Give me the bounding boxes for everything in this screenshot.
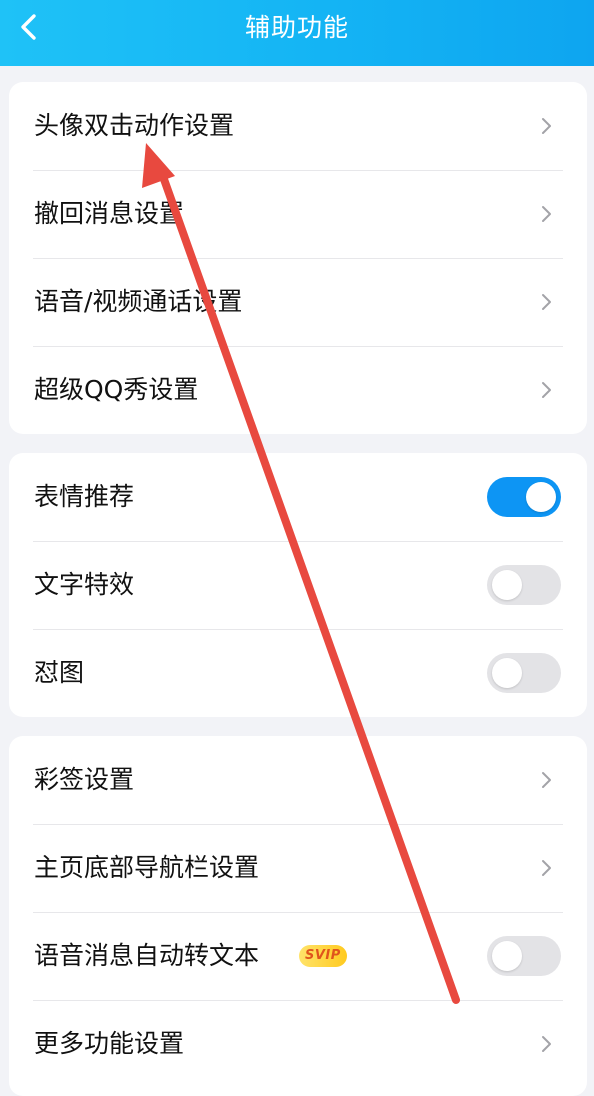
chevron-right-icon	[542, 860, 551, 876]
voice-video-call-setting-row[interactable]: 语音/视频通话设置	[9, 258, 587, 346]
toggle-knob	[492, 658, 522, 688]
chevron-right-icon	[542, 772, 551, 788]
diss-image-toggle[interactable]	[487, 653, 561, 693]
emoji-recommend-toggle[interactable]	[487, 477, 561, 517]
voice-to-text-row: 语音消息自动转文本 SVIP	[9, 912, 587, 1000]
avatar-double-tap-setting-row[interactable]: 头像双击动作设置	[9, 82, 587, 170]
toggle-knob	[492, 570, 522, 600]
row-label: 更多功能设置	[34, 1029, 185, 1058]
text-effects-row: 文字特效	[9, 541, 587, 629]
chevron-right-icon	[542, 382, 551, 398]
chevron-right-icon	[542, 1036, 551, 1052]
title-bar: 辅助功能	[0, 0, 594, 66]
row-label: 怼图	[34, 658, 85, 687]
row-label: 语音消息自动转文本	[34, 941, 260, 970]
row-label: 头像双击动作设置	[34, 111, 235, 140]
row-label: 超级QQ秀设置	[34, 375, 199, 404]
home-bottom-navbar-setting-row[interactable]: 主页底部导航栏设置	[9, 824, 587, 912]
row-label: 彩签设置	[34, 765, 135, 794]
row-label: 语音/视频通话设置	[34, 287, 243, 316]
row-label: 文字特效	[34, 570, 135, 599]
settings-group-toggles: 表情推荐 文字特效 怼图	[9, 453, 587, 717]
voice-to-text-toggle[interactable]	[487, 936, 561, 976]
row-label: 表情推荐	[34, 482, 135, 511]
more-features-setting-row[interactable]: 更多功能设置	[9, 1000, 587, 1088]
color-tag-setting-row[interactable]: 彩签设置	[9, 736, 587, 824]
emoji-recommend-row: 表情推荐	[9, 453, 587, 541]
row-label: 撤回消息设置	[34, 199, 185, 228]
diss-image-row: 怼图	[9, 629, 587, 717]
chevron-right-icon	[542, 294, 551, 310]
settings-group-general: 头像双击动作设置 撤回消息设置 语音/视频通话设置 超级QQ秀设置	[9, 82, 587, 434]
row-label: 主页底部导航栏设置	[34, 853, 260, 882]
toggle-knob	[526, 482, 556, 512]
recall-message-setting-row[interactable]: 撤回消息设置	[9, 170, 587, 258]
chevron-right-icon	[542, 206, 551, 222]
settings-group-more: 彩签设置 主页底部导航栏设置 语音消息自动转文本 SVIP 更多功能设置	[9, 736, 587, 1096]
text-effects-toggle[interactable]	[487, 565, 561, 605]
toggle-knob	[492, 941, 522, 971]
chevron-right-icon	[542, 118, 551, 134]
page-title: 辅助功能	[244, 13, 349, 42]
svip-badge: SVIP	[299, 945, 347, 967]
super-qq-show-setting-row[interactable]: 超级QQ秀设置	[9, 346, 587, 434]
